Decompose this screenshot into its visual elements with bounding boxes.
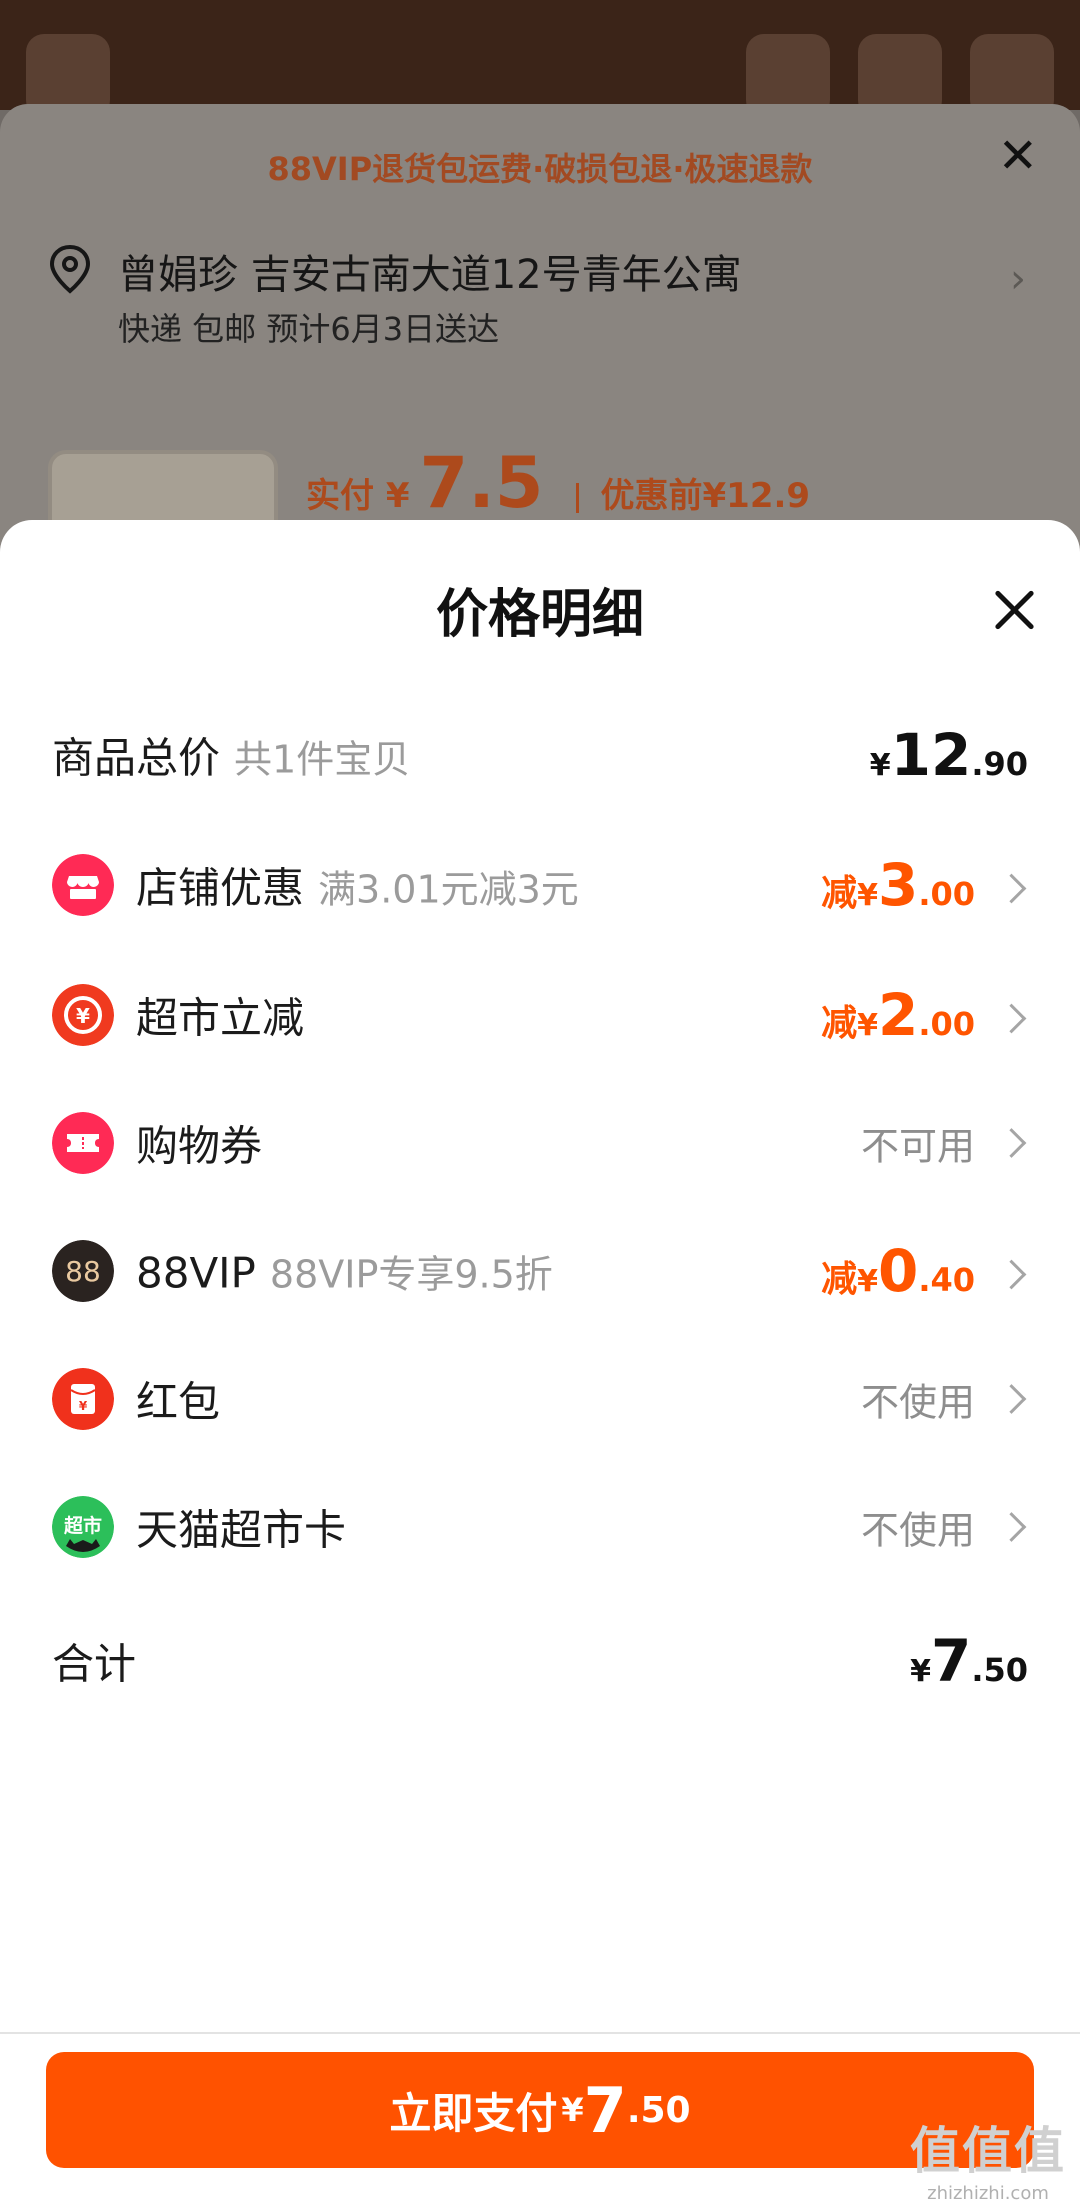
sheet-title: 价格明细 bbox=[435, 585, 644, 645]
coupon-icon bbox=[52, 1112, 114, 1174]
shop-discount-row[interactable]: 店铺优惠 满3.01元减3元 减 ¥3.00 bbox=[52, 840, 1028, 930]
svg-text:¥: ¥ bbox=[79, 1399, 88, 1413]
red-packet-label: 红包 bbox=[136, 1369, 220, 1430]
amount-decimal: .50 bbox=[971, 1651, 1028, 1689]
amount-integer: 0 bbox=[877, 1237, 919, 1305]
shop-discount-amount: 减 ¥3.00 bbox=[821, 851, 1028, 919]
amount-decimal: .00 bbox=[918, 875, 975, 913]
vip-discount-rule: 88VIP专享9.5折 bbox=[269, 1252, 553, 1297]
yen-sign: ¥ bbox=[857, 878, 878, 913]
shop-discount-title: 店铺优惠 bbox=[136, 863, 305, 913]
vip-discount-label: 88VIP 88VIP专享9.5折 bbox=[136, 1244, 553, 1299]
sum-label: 合计 bbox=[52, 1639, 137, 1689]
shopping-voucher-row[interactable]: 购物券 不可用 bbox=[52, 1098, 1028, 1188]
supermarket-card-status: 不使用 bbox=[861, 1500, 1028, 1555]
yen-sign: ¥ bbox=[857, 1264, 878, 1299]
tmall-supermarket-icon: 超市 bbox=[52, 1496, 114, 1558]
amount-integer: 2 bbox=[877, 981, 919, 1049]
vip-discount-amount: 减 ¥0.40 bbox=[821, 1237, 1028, 1305]
minus-label: 减 bbox=[821, 1259, 858, 1300]
goods-total-row: 商品总价 共1件宝贝 ¥12.90 bbox=[52, 710, 1028, 800]
yen-sign: ¥ bbox=[857, 1008, 878, 1043]
shopping-voucher-title: 购物券 bbox=[136, 1121, 263, 1171]
address-name-line: 曾娟珍 吉安古南大道12号青年公寓 bbox=[118, 252, 742, 298]
order-price-summary: 实付 ¥7.5 优惠前¥12.9 bbox=[306, 442, 810, 524]
background-header bbox=[0, 0, 1080, 118]
yen-refresh-icon: ¥ bbox=[52, 984, 114, 1046]
red-packet-title: 红包 bbox=[136, 1377, 221, 1427]
goods-count-text: 共1件宝贝 bbox=[234, 737, 411, 782]
supermarket-card-row[interactable]: 超市 天猫超市卡 不使用 bbox=[52, 1482, 1028, 1572]
shop-discount-label: 店铺优惠 满3.01元减3元 bbox=[136, 855, 579, 916]
bottom-divider bbox=[0, 2032, 1080, 2034]
chevron-right-icon bbox=[996, 1128, 1027, 1158]
goods-total-text: 商品总价 bbox=[52, 733, 221, 783]
chevron-right-icon bbox=[996, 1259, 1027, 1290]
amount-decimal: .00 bbox=[918, 1005, 975, 1043]
delivery-info-line: 快递 包邮 预计6月3日送达 bbox=[118, 310, 500, 348]
supermarket-discount-amount: 减 ¥2.00 bbox=[821, 981, 1028, 1049]
amount-decimal: .40 bbox=[918, 1261, 975, 1299]
address-chevron-icon: › bbox=[1010, 256, 1026, 302]
shopping-voucher-status: 不可用 bbox=[861, 1116, 1028, 1171]
price-detail-sheet: 价格明细 商品总价 共1件宝贝 ¥12.90 店铺优惠 满3.01元减3元 减 ¥3.… bbox=[0, 520, 1080, 2212]
chevron-right-icon bbox=[996, 1384, 1027, 1414]
amount-decimal: .50 bbox=[626, 2089, 691, 2131]
red-packet-status-text: 不使用 bbox=[860, 1380, 975, 1425]
supermarket-card-label: 天猫超市卡 bbox=[136, 1497, 346, 1558]
location-pin-icon bbox=[49, 244, 91, 294]
supermarket-icon-text: 超市 bbox=[63, 1514, 102, 1537]
red-packet-row[interactable]: ¥ 红包 不使用 bbox=[52, 1354, 1028, 1444]
supermarket-card-status-text: 不使用 bbox=[860, 1508, 975, 1553]
goods-total-label: 商品总价 共1件宝贝 bbox=[52, 725, 410, 786]
supermarket-discount-row[interactable]: ¥ 超市立减 减 ¥2.00 bbox=[52, 970, 1028, 1060]
amount-integer: 3 bbox=[877, 851, 919, 919]
voucher-status-text: 不可用 bbox=[860, 1124, 975, 1169]
original-price: 优惠前¥12.9 bbox=[600, 476, 811, 516]
paid-label: 实付 ¥ bbox=[306, 476, 410, 516]
vip-discount-row[interactable]: 88 88VIP 88VIP专享9.5折 减 ¥0.40 bbox=[52, 1226, 1028, 1316]
yen-sign: ¥ bbox=[869, 748, 891, 783]
minus-label: 减 bbox=[821, 873, 858, 914]
watermark-logo-text: 值值值 bbox=[910, 2122, 1066, 2180]
chevron-right-icon bbox=[996, 1003, 1027, 1034]
pay-button-label: 立即支付 bbox=[389, 2088, 558, 2138]
amount-integer: 7 bbox=[930, 1627, 972, 1695]
chevron-right-icon bbox=[996, 1512, 1027, 1542]
shop-icon bbox=[52, 854, 114, 916]
price-separator bbox=[575, 482, 579, 513]
sum-row: 合计 ¥7.50 bbox=[52, 1616, 1028, 1706]
shop-discount-rule: 满3.01元减3元 bbox=[318, 867, 579, 912]
sum-amount: ¥7.50 bbox=[910, 1627, 1028, 1695]
red-packet-icon: ¥ bbox=[52, 1368, 114, 1430]
yen-sign: ¥ bbox=[910, 1654, 931, 1689]
minus-label: 减 bbox=[821, 1003, 858, 1044]
supermarket-card-title: 天猫超市卡 bbox=[136, 1505, 347, 1555]
paid-value: 7.5 bbox=[419, 442, 544, 524]
vip-benefit-banner: 88VIP退货包运费·破损包退·极速退款 bbox=[267, 150, 813, 188]
site-watermark: 值值值 zhizhizhi.com bbox=[910, 2111, 1066, 2204]
close-icon[interactable] bbox=[992, 588, 1036, 632]
yen-sign: ¥ bbox=[561, 2091, 584, 2129]
amount-decimal: .90 bbox=[971, 745, 1028, 783]
supermarket-discount-title: 超市立减 bbox=[136, 993, 305, 1043]
pay-now-button[interactable]: 立即支付 ¥7.50 bbox=[46, 2052, 1034, 2168]
goods-total-amount: ¥12.90 bbox=[870, 721, 1028, 789]
red-packet-status: 不使用 bbox=[861, 1372, 1028, 1427]
watermark-domain: zhizhizhi.com bbox=[927, 2183, 1049, 2204]
88vip-icon: 88 bbox=[52, 1240, 114, 1302]
order-sheet-close-icon: ✕ bbox=[997, 128, 1038, 184]
chevron-right-icon bbox=[996, 873, 1027, 904]
svg-text:88: 88 bbox=[65, 1255, 101, 1288]
amount-integer: 12 bbox=[890, 721, 972, 789]
shopping-voucher-label: 购物券 bbox=[136, 1113, 262, 1174]
amount-integer: 7 bbox=[583, 2073, 627, 2147]
svg-text:¥: ¥ bbox=[76, 1004, 90, 1028]
vip-discount-title: 88VIP bbox=[136, 1248, 256, 1298]
supermarket-discount-label: 超市立减 bbox=[136, 985, 304, 1046]
